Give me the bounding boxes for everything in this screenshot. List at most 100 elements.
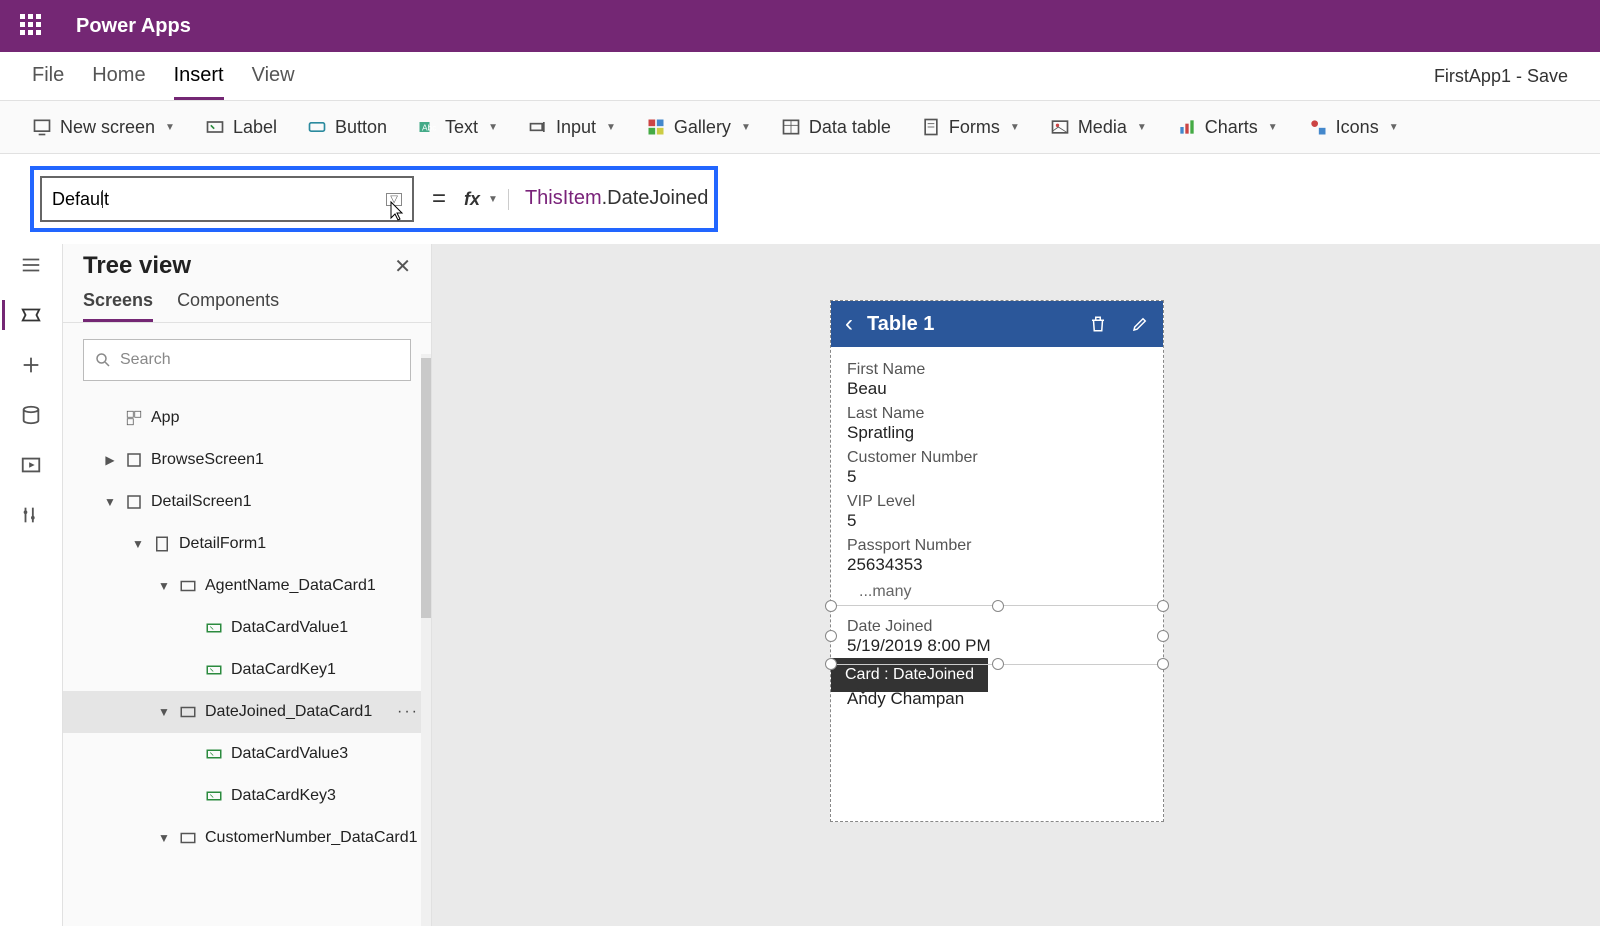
field-label: Last Name: [847, 405, 1147, 423]
close-icon[interactable]: ✕: [394, 254, 411, 279]
label-icon: [205, 117, 225, 137]
edit-icon[interactable]: [1131, 315, 1149, 333]
resize-handle[interactable]: [992, 658, 1004, 670]
ribbon-datatable[interactable]: Data table: [781, 117, 891, 138]
ribbon-charts[interactable]: Charts ▼: [1177, 117, 1278, 138]
delete-icon[interactable]: [1089, 315, 1107, 333]
form-preview[interactable]: ‹ Table 1 First Name Beau Last Name Spra…: [830, 300, 1164, 822]
resize-handle[interactable]: [825, 600, 837, 612]
resize-handle[interactable]: [992, 600, 1004, 612]
hamburger-icon[interactable]: [20, 254, 42, 276]
field-value: Spratling: [847, 423, 1147, 443]
collapse-icon[interactable]: ▼: [131, 537, 145, 551]
ribbon-button-btn[interactable]: Button: [307, 117, 387, 138]
settings-rail-icon[interactable]: [20, 504, 42, 526]
input-icon: [528, 117, 548, 137]
menu-tab-view[interactable]: View: [252, 64, 295, 100]
resize-handle[interactable]: [1157, 630, 1169, 642]
ribbon-label: Input: [556, 117, 596, 138]
chevron-down-icon: ▼: [165, 122, 175, 133]
tree-item-detailscreen1[interactable]: ▼ DetailScreen1: [63, 481, 431, 523]
field-icon: [205, 787, 223, 805]
tree-item-detailform1[interactable]: ▼ DetailForm1: [63, 523, 431, 565]
tree-item-label: DetailForm1: [179, 535, 266, 553]
chevron-down-icon: ▼: [1389, 122, 1399, 133]
ribbon: New screen ▼ Label Button Abc Text ▼ Inp…: [0, 101, 1600, 154]
tree-item-datacardkey1[interactable]: DataCardKey1: [63, 649, 431, 691]
chevron-down-icon: ▼: [741, 122, 751, 133]
tree-item-label: BrowseScreen1: [151, 451, 264, 469]
mouse-cursor-icon: [386, 200, 406, 224]
chevron-down-icon: ▼: [488, 194, 498, 205]
resize-handle[interactable]: [1157, 600, 1169, 612]
form-titlebar: ‹ Table 1: [831, 301, 1163, 347]
field-label: VIP Level: [847, 493, 1147, 511]
gallery-icon: [646, 117, 666, 137]
ribbon-icons[interactable]: Icons ▼: [1308, 117, 1399, 138]
ribbon-forms[interactable]: Forms ▼: [921, 117, 1020, 138]
card-icon: [179, 577, 197, 595]
ribbon-new-screen[interactable]: New screen ▼: [32, 117, 175, 138]
svg-text:Abc: Abc: [422, 122, 436, 132]
back-icon[interactable]: ‹: [845, 310, 853, 338]
field-label: Passport Number: [847, 537, 1147, 555]
field-value-hidden: ...many: [859, 583, 1147, 601]
property-selector[interactable]: Default ▽: [40, 176, 414, 222]
tree-item-customernumber-datacard1[interactable]: ▼ CustomerNumber_DataCard1: [63, 817, 431, 859]
ribbon-input[interactable]: Input ▼: [528, 117, 616, 138]
collapse-icon[interactable]: ▼: [103, 495, 117, 509]
resize-handle[interactable]: [825, 630, 837, 642]
chevron-down-icon: ▼: [1268, 122, 1278, 133]
formula-input[interactable]: ThisItem.DateJoined: [525, 187, 708, 211]
chart-icon: [1177, 117, 1197, 137]
app-launcher-icon[interactable]: [16, 10, 48, 42]
tree-item-agentname-datacard1[interactable]: ▼ AgentName_DataCard1: [63, 565, 431, 607]
tree-tab-screens[interactable]: Screens: [83, 290, 153, 322]
ribbon-label-btn[interactable]: Label: [205, 117, 277, 138]
tree-item-label: CustomerNumber_DataCard1: [205, 829, 418, 847]
formula-highlight: Default ▽ = fx ▼ ThisItem.DateJoined: [30, 166, 718, 232]
media-rail-icon[interactable]: [20, 454, 42, 476]
tree-item-datejoined-datacard1[interactable]: ▼ DateJoined_DataCard1 ···: [63, 691, 431, 733]
field-icon: [205, 745, 223, 763]
formula-bar: Default ▽ = fx ▼ ThisItem.DateJoined: [0, 154, 1600, 244]
ribbon-media[interactable]: Media ▼: [1050, 117, 1147, 138]
collapse-icon[interactable]: ▼: [157, 579, 171, 593]
fx-button[interactable]: fx ▼: [464, 189, 509, 210]
insert-icon[interactable]: [20, 354, 42, 376]
button-icon: [307, 117, 327, 137]
tree-item-app[interactable]: App: [63, 397, 431, 439]
ribbon-label: Text: [445, 117, 478, 138]
tree-item-label: DataCardValue3: [231, 745, 348, 763]
field-value: Andy Champan: [847, 689, 1147, 709]
menu-tab-insert[interactable]: Insert: [174, 64, 224, 100]
menu-tab-file[interactable]: File: [32, 64, 64, 100]
form-body: First Name Beau Last Name Spratling Cust…: [831, 347, 1163, 821]
canvas[interactable]: ‹ Table 1 First Name Beau Last Name Spra…: [432, 244, 1600, 926]
tree-item-label: DataCardKey3: [231, 787, 336, 805]
data-icon[interactable]: [20, 404, 42, 426]
resize-handle[interactable]: [1157, 658, 1169, 670]
tree-item-datacardkey3[interactable]: DataCardKey3: [63, 775, 431, 817]
tree-view-icon[interactable]: [20, 304, 42, 326]
more-options-icon[interactable]: ···: [397, 703, 419, 721]
field-value: Beau: [847, 379, 1147, 399]
resize-handle[interactable]: [825, 658, 837, 670]
expand-icon[interactable]: ▶: [103, 453, 117, 467]
tree-item-label: DateJoined_DataCard1: [205, 703, 372, 721]
collapse-icon[interactable]: ▼: [157, 831, 171, 845]
tree-tab-components[interactable]: Components: [177, 290, 279, 322]
ribbon-gallery[interactable]: Gallery ▼: [646, 117, 751, 138]
menu-tab-home[interactable]: Home: [92, 64, 145, 100]
tree-item-datacardvalue1[interactable]: DataCardValue1: [63, 607, 431, 649]
tree-search-input[interactable]: Search: [83, 339, 411, 381]
menu-tabs: File Home Insert View: [32, 64, 295, 100]
field-label: First Name: [847, 361, 1147, 379]
scrollbar-thumb[interactable]: [421, 358, 431, 618]
collapse-icon[interactable]: ▼: [157, 705, 171, 719]
ribbon-text[interactable]: Abc Text ▼: [417, 117, 498, 138]
field-icon: [205, 619, 223, 637]
tree-item-datacardvalue3[interactable]: DataCardValue3: [63, 733, 431, 775]
tree-item-browsescreen1[interactable]: ▶ BrowseScreen1: [63, 439, 431, 481]
chevron-down-icon: ▼: [1010, 122, 1020, 133]
